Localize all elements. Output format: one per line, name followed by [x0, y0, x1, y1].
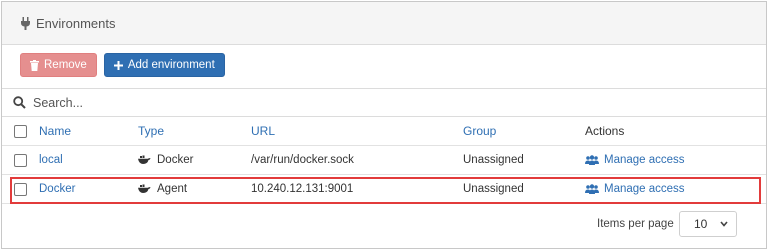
search-icon: [13, 96, 26, 109]
plus-icon: [113, 60, 123, 70]
environment-type-label: Agent: [157, 183, 188, 195]
table-header-row: Name Type URL Group Actions: [2, 117, 766, 146]
environment-url: /var/run/docker.sock: [251, 154, 354, 166]
column-header-name[interactable]: Name: [39, 124, 71, 138]
environment-type: Agent: [138, 183, 187, 195]
row-checkbox[interactable]: [14, 153, 27, 167]
environments-panel: Environments Remove Add environment Sear…: [1, 1, 767, 249]
panel-header: Environments: [2, 2, 766, 45]
column-header-type[interactable]: Type: [138, 124, 164, 138]
manage-access-label: Manage access: [604, 183, 685, 195]
column-header-group[interactable]: Group: [463, 124, 496, 138]
plug-icon: [20, 16, 30, 30]
search-bar: [2, 88, 766, 117]
add-environment-button[interactable]: Add environment: [103, 53, 225, 77]
environment-name-link[interactable]: local: [39, 154, 63, 166]
remove-button[interactable]: Remove: [20, 53, 97, 77]
trash-icon: [30, 59, 39, 71]
page-title: Environments: [36, 15, 116, 31]
chevron-down-icon: [720, 221, 728, 227]
remove-button-label: Remove: [44, 59, 87, 71]
manage-access-link[interactable]: Manage access: [585, 154, 685, 166]
environment-url: 10.240.12.131:9001: [251, 183, 354, 195]
environment-type-label: Docker: [157, 154, 194, 166]
environment-group: Unassigned: [463, 183, 524, 195]
environment-name-link[interactable]: Docker: [39, 183, 75, 195]
add-environment-label: Add environment: [127, 59, 215, 71]
manage-access-link[interactable]: Manage access: [585, 183, 685, 195]
items-per-page-select[interactable]: 10: [679, 211, 737, 237]
environments-table: Name Type URL Group Actions local Docker: [2, 117, 766, 204]
column-header-actions: Actions: [585, 124, 625, 138]
docker-icon: [138, 155, 151, 165]
toolbar: Remove Add environment: [20, 53, 225, 77]
table-row: Docker Agent 10.240.12.131:9001 Unassign…: [2, 175, 766, 204]
environment-type: Docker: [138, 154, 193, 166]
items-per-page-value: 10: [694, 217, 708, 231]
search-input[interactable]: [33, 95, 433, 110]
items-per-page-label: Items per page: [597, 218, 674, 230]
docker-icon: [138, 184, 151, 194]
environment-group: Unassigned: [463, 154, 524, 166]
users-icon: [585, 184, 599, 194]
select-all-checkbox[interactable]: [14, 124, 27, 138]
column-header-url[interactable]: URL: [251, 124, 275, 138]
row-checkbox[interactable]: [14, 182, 27, 196]
table-row: local Docker /var/run/docker.sock Unassi…: [2, 146, 766, 175]
manage-access-label: Manage access: [604, 154, 685, 166]
users-icon: [585, 155, 599, 165]
